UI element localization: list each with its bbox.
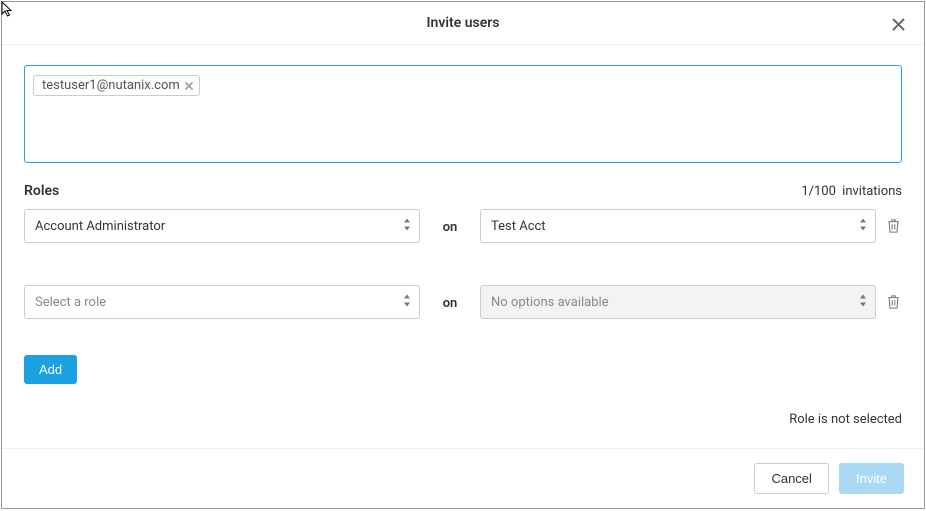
cursor-icon	[1, 1, 15, 19]
trash-icon	[887, 295, 900, 309]
on-label: on	[420, 218, 480, 235]
roles-label: Roles	[24, 183, 59, 199]
error-message: Role is not selected	[24, 412, 902, 427]
roles-header-row: Roles 1/100 invitations	[24, 183, 902, 199]
invite-users-modal: Invite users testuser1@nutanix.com Roles…	[1, 1, 925, 509]
scope-select[interactable]: No options available	[480, 285, 876, 319]
role-row: Select a role on No options available	[24, 285, 902, 319]
delete-row-button[interactable]	[884, 295, 902, 309]
email-chip-text: testuser1@nutanix.com	[42, 78, 180, 93]
role-select-value: Account Administrator	[35, 219, 165, 234]
modal-body: testuser1@nutanix.com Roles 1/100 invita…	[2, 45, 924, 448]
scope-select-wrap: Test Acct	[480, 209, 876, 243]
role-select-value: Select a role	[35, 295, 106, 310]
role-select[interactable]: Account Administrator	[24, 209, 420, 243]
close-button[interactable]	[886, 12, 910, 36]
modal-title: Invite users	[22, 15, 904, 31]
scope-select-wrap: No options available	[480, 285, 876, 319]
role-select-wrap: Select a role	[24, 285, 420, 319]
modal-header: Invite users	[2, 2, 924, 45]
scope-select-value: Test Acct	[491, 219, 546, 234]
delete-row-button[interactable]	[884, 219, 902, 233]
modal-footer: Cancel Invite	[2, 448, 924, 508]
chip-remove-button[interactable]	[184, 81, 194, 91]
email-input-box[interactable]: testuser1@nutanix.com	[24, 65, 902, 163]
invite-button[interactable]: Invite	[839, 463, 904, 494]
email-chip: testuser1@nutanix.com	[33, 75, 200, 96]
scope-select-value: No options available	[491, 295, 609, 310]
close-icon	[184, 81, 194, 91]
trash-icon	[887, 219, 900, 233]
close-icon	[892, 18, 905, 31]
scope-select[interactable]: Test Acct	[480, 209, 876, 243]
invitations-count: 1/100 invitations	[801, 184, 902, 199]
role-row: Account Administrator on Test Acct	[24, 209, 902, 243]
role-select-wrap: Account Administrator	[24, 209, 420, 243]
role-select[interactable]: Select a role	[24, 285, 420, 319]
add-button[interactable]: Add	[24, 355, 77, 384]
cancel-button[interactable]: Cancel	[754, 463, 828, 494]
on-label: on	[420, 294, 480, 311]
